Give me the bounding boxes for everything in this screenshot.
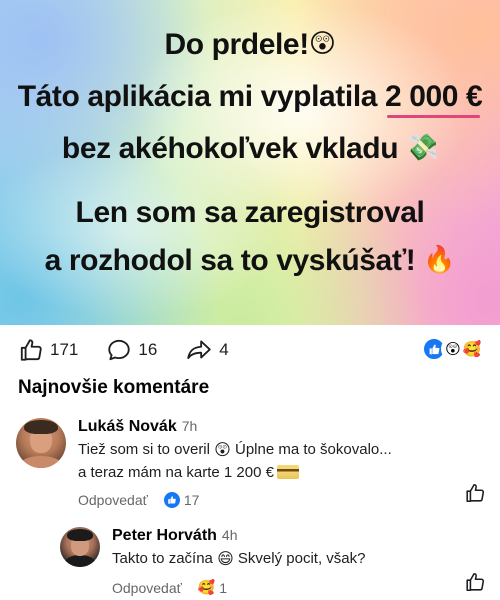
- comment-text: Tiež som si to overil 😲 Úplne ma to šoko…: [78, 439, 392, 484]
- banner-line-5: a rozhodol sa to vyskúšať! 🔥: [0, 244, 500, 278]
- care-reaction-icon: 🥰: [460, 337, 484, 361]
- comment-body: Lukáš Novák 7h Tiež som si to overil 😲 Ú…: [78, 418, 392, 508]
- comment-text-part: Úplne ma to šokovalo...: [230, 441, 392, 458]
- avatar[interactable]: [16, 418, 66, 468]
- reply-button[interactable]: Odpovedať: [78, 492, 148, 508]
- reaction-count: 1: [219, 579, 228, 596]
- comment-footer: Odpovedať 17: [78, 492, 392, 508]
- banner-amount: 2 000 €: [385, 80, 483, 118]
- commenter-name[interactable]: Peter Horváth: [112, 527, 217, 545]
- comment-like-button[interactable]: [464, 571, 486, 598]
- comment-text-line: a teraz mám na karte 1 200 €: [78, 464, 274, 481]
- comment-time[interactable]: 7h: [182, 418, 198, 434]
- thumbs-up-icon: [18, 337, 44, 363]
- comment-time[interactable]: 4h: [222, 527, 238, 543]
- comments-section-title: Najnovšie komentáre: [18, 377, 210, 398]
- astonished-face-emoji: 😲: [214, 442, 231, 459]
- reply-button[interactable]: Odpovedať: [112, 580, 182, 596]
- grinning-face-emoji: 😄: [217, 551, 234, 568]
- money-with-wings-emoji: 💸: [406, 132, 439, 162]
- like-count: 171: [50, 340, 79, 359]
- post-banner-image: Do prdele!😲 Táto aplikácia mi vyplatila …: [0, 0, 500, 325]
- avatar-hair-shape: [67, 529, 93, 541]
- banner-line-4: Len som sa zaregistroval: [0, 196, 500, 230]
- like-reaction-icon: [163, 492, 180, 508]
- comment-reactions[interactable]: 17: [163, 492, 200, 508]
- comment-body: Peter Horváth 4h Takto to začína 😄 Skvel…: [112, 527, 365, 596]
- comment-text-part: Takto to začína: [112, 550, 218, 567]
- banner-line-4-text: Len som sa zaregistroval: [75, 196, 425, 229]
- comment-text: Takto to začína 😄 Skvelý pocit, však?: [112, 548, 365, 571]
- credit-card-icon: [276, 465, 299, 479]
- comment-button[interactable]: 16: [106, 337, 157, 363]
- share-button[interactable]: 4: [185, 337, 229, 363]
- banner-line-5-text: a rozhodol sa to vyskúšať!: [44, 244, 416, 277]
- post-stats-bar: 171 16 4 😲 🥰: [0, 325, 500, 375]
- share-count: 4: [219, 340, 229, 359]
- comment-header: Lukáš Novák 7h: [78, 418, 392, 436]
- comment-header: Peter Horváth 4h: [112, 527, 365, 545]
- banner-line-1: Do prdele!😲: [0, 28, 500, 62]
- thumbs-up-icon: [464, 483, 486, 508]
- reaction-count: 17: [183, 492, 200, 508]
- share-arrow-icon: [185, 337, 213, 363]
- care-reaction-icon: 🥰: [197, 579, 216, 595]
- comment-text-part: Tiež som si to overil: [78, 441, 215, 458]
- reactions-summary[interactable]: 😲 🥰: [422, 337, 484, 361]
- comment-text-part: Skvelý pocit, však?: [233, 550, 366, 567]
- avatar-body-shape: [20, 456, 62, 468]
- astonished-face-emoji: 😲: [308, 28, 336, 58]
- banner-line-3: bez akéhokoľvek vkladu 💸: [0, 132, 500, 166]
- banner-line-2-text: Táto aplikácia mi vyplatila: [17, 80, 385, 113]
- comment-reactions[interactable]: 🥰 1: [198, 579, 227, 596]
- comment-footer: Odpovedať 🥰 1: [112, 579, 365, 596]
- banner-line-2: Táto aplikácia mi vyplatila 2 000 €: [0, 80, 500, 118]
- like-button[interactable]: 171: [18, 337, 78, 363]
- banner-line-3-text: bez akéhokoľvek vkladu: [61, 132, 399, 165]
- commenter-name[interactable]: Lukáš Novák: [78, 418, 177, 436]
- fire-emoji: 🔥: [423, 244, 456, 274]
- comment-like-button[interactable]: [464, 482, 486, 509]
- thumbs-up-icon: [464, 572, 486, 597]
- comment-count: 16: [138, 340, 158, 359]
- avatar-body-shape: [64, 555, 96, 567]
- banner-line-1-text: Do prdele!: [164, 28, 309, 61]
- avatar[interactable]: [60, 527, 100, 567]
- avatar-hair-shape: [24, 420, 58, 434]
- comment-bubble-icon: [106, 337, 132, 363]
